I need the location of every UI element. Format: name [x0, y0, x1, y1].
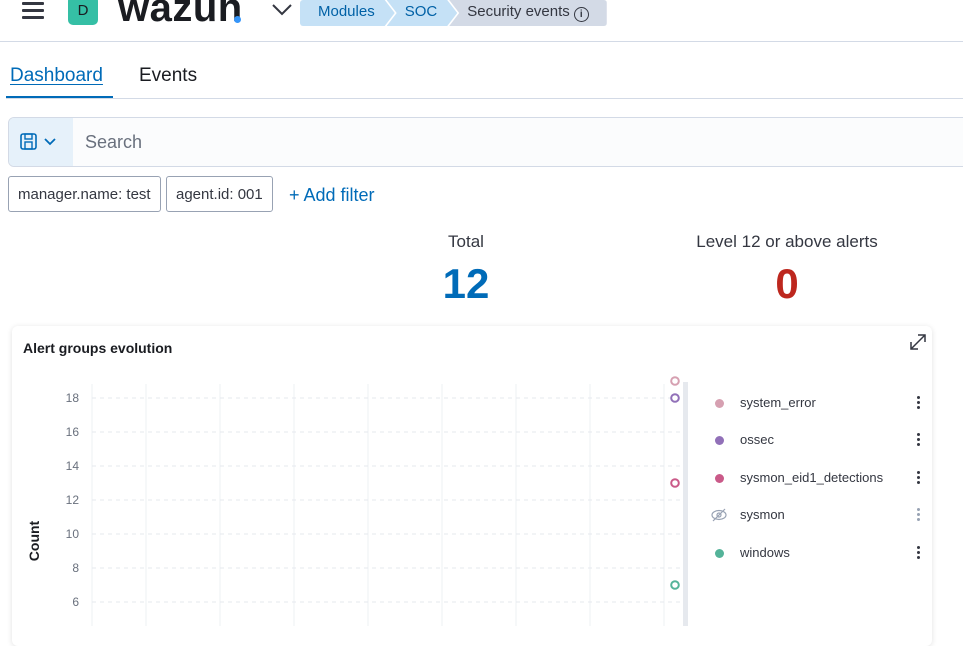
chart-cursor-band: [683, 382, 688, 626]
y-tick-label: 8: [72, 561, 79, 575]
breadcrumb-modules[interactable]: Modules: [300, 0, 395, 26]
filter-pill-manager-name[interactable]: manager.name: test: [8, 176, 161, 212]
legend-color-dot: [715, 474, 724, 483]
add-filter-button[interactable]: + Add filter: [289, 185, 375, 206]
metric-total-value: 12: [442, 260, 490, 307]
y-tick-label: 16: [66, 425, 80, 439]
menu-icon[interactable]: [22, 2, 44, 20]
legend-label: system_error: [740, 395, 816, 410]
legend-color-dot: [715, 549, 724, 558]
breadcrumb-security-events: Security events i: [449, 0, 607, 26]
tabs-divider: [6, 98, 963, 99]
save-icon: [20, 133, 56, 150]
tab-events[interactable]: Events: [139, 65, 197, 87]
space-avatar[interactable]: D: [68, 0, 98, 25]
metric-level12-value: 0: [775, 260, 799, 307]
breadcrumb-soc[interactable]: SOC: [387, 0, 458, 26]
legend-actions-icon[interactable]: [917, 471, 921, 485]
info-icon[interactable]: i: [573, 7, 589, 22]
chevron-down-icon[interactable]: [271, 1, 293, 17]
legend-label: ossec: [740, 432, 774, 447]
legend-label: sysmon_eid1_detections: [740, 470, 884, 485]
y-tick-label: 12: [66, 493, 80, 507]
legend-actions-icon[interactable]: [917, 433, 921, 447]
legend-color-dot: [715, 436, 724, 445]
breadcrumb-security-events-label: Security events: [467, 3, 570, 20]
data-point-ossec[interactable]: [670, 393, 680, 403]
expand-icon[interactable]: [908, 332, 928, 352]
wazuh-logo[interactable]: wazuh: [118, 0, 243, 31]
logo-dot: [234, 16, 241, 23]
filter-pill-agent-id[interactable]: agent.id: 001: [166, 176, 273, 212]
metric-level12-title: Level 12 or above alerts: [696, 232, 878, 251]
y-tick-label: 18: [66, 391, 80, 405]
legend-label: windows: [740, 545, 790, 560]
alert-groups-panel: Alert groups evolution Count 6 8 10 12 14 16 1…: [12, 326, 932, 646]
metric-total-title: Total: [448, 232, 484, 251]
tab-bar: Dashboard Events: [0, 41, 963, 99]
top-header: D wazuh Modules SOC Security events i: [0, 0, 963, 42]
legend-actions-icon[interactable]: [917, 396, 921, 410]
breadcrumb: Modules SOC Security events i: [300, 0, 607, 26]
chart-area: 6 8 10 12 14 16 18: [66, 376, 688, 626]
tab-dashboard[interactable]: Dashboard: [10, 65, 103, 87]
saved-query-button[interactable]: [9, 118, 73, 166]
legend-actions-icon[interactable]: [917, 508, 921, 522]
search-input[interactable]: [81, 118, 959, 166]
data-point-system-error[interactable]: [670, 376, 680, 386]
data-point-windows[interactable]: [670, 580, 680, 590]
eye-closed-icon: [711, 508, 727, 522]
search-bar: [8, 117, 963, 167]
y-tick-label: 6: [72, 595, 79, 609]
y-tick-label: 14: [66, 459, 80, 473]
legend-actions-icon[interactable]: [917, 546, 921, 560]
legend-label: sysmon: [740, 507, 785, 522]
y-tick-label: 10: [66, 527, 80, 541]
data-point-sysmon-eid1-detections[interactable]: [670, 478, 680, 488]
legend-color-dot: [715, 399, 724, 408]
